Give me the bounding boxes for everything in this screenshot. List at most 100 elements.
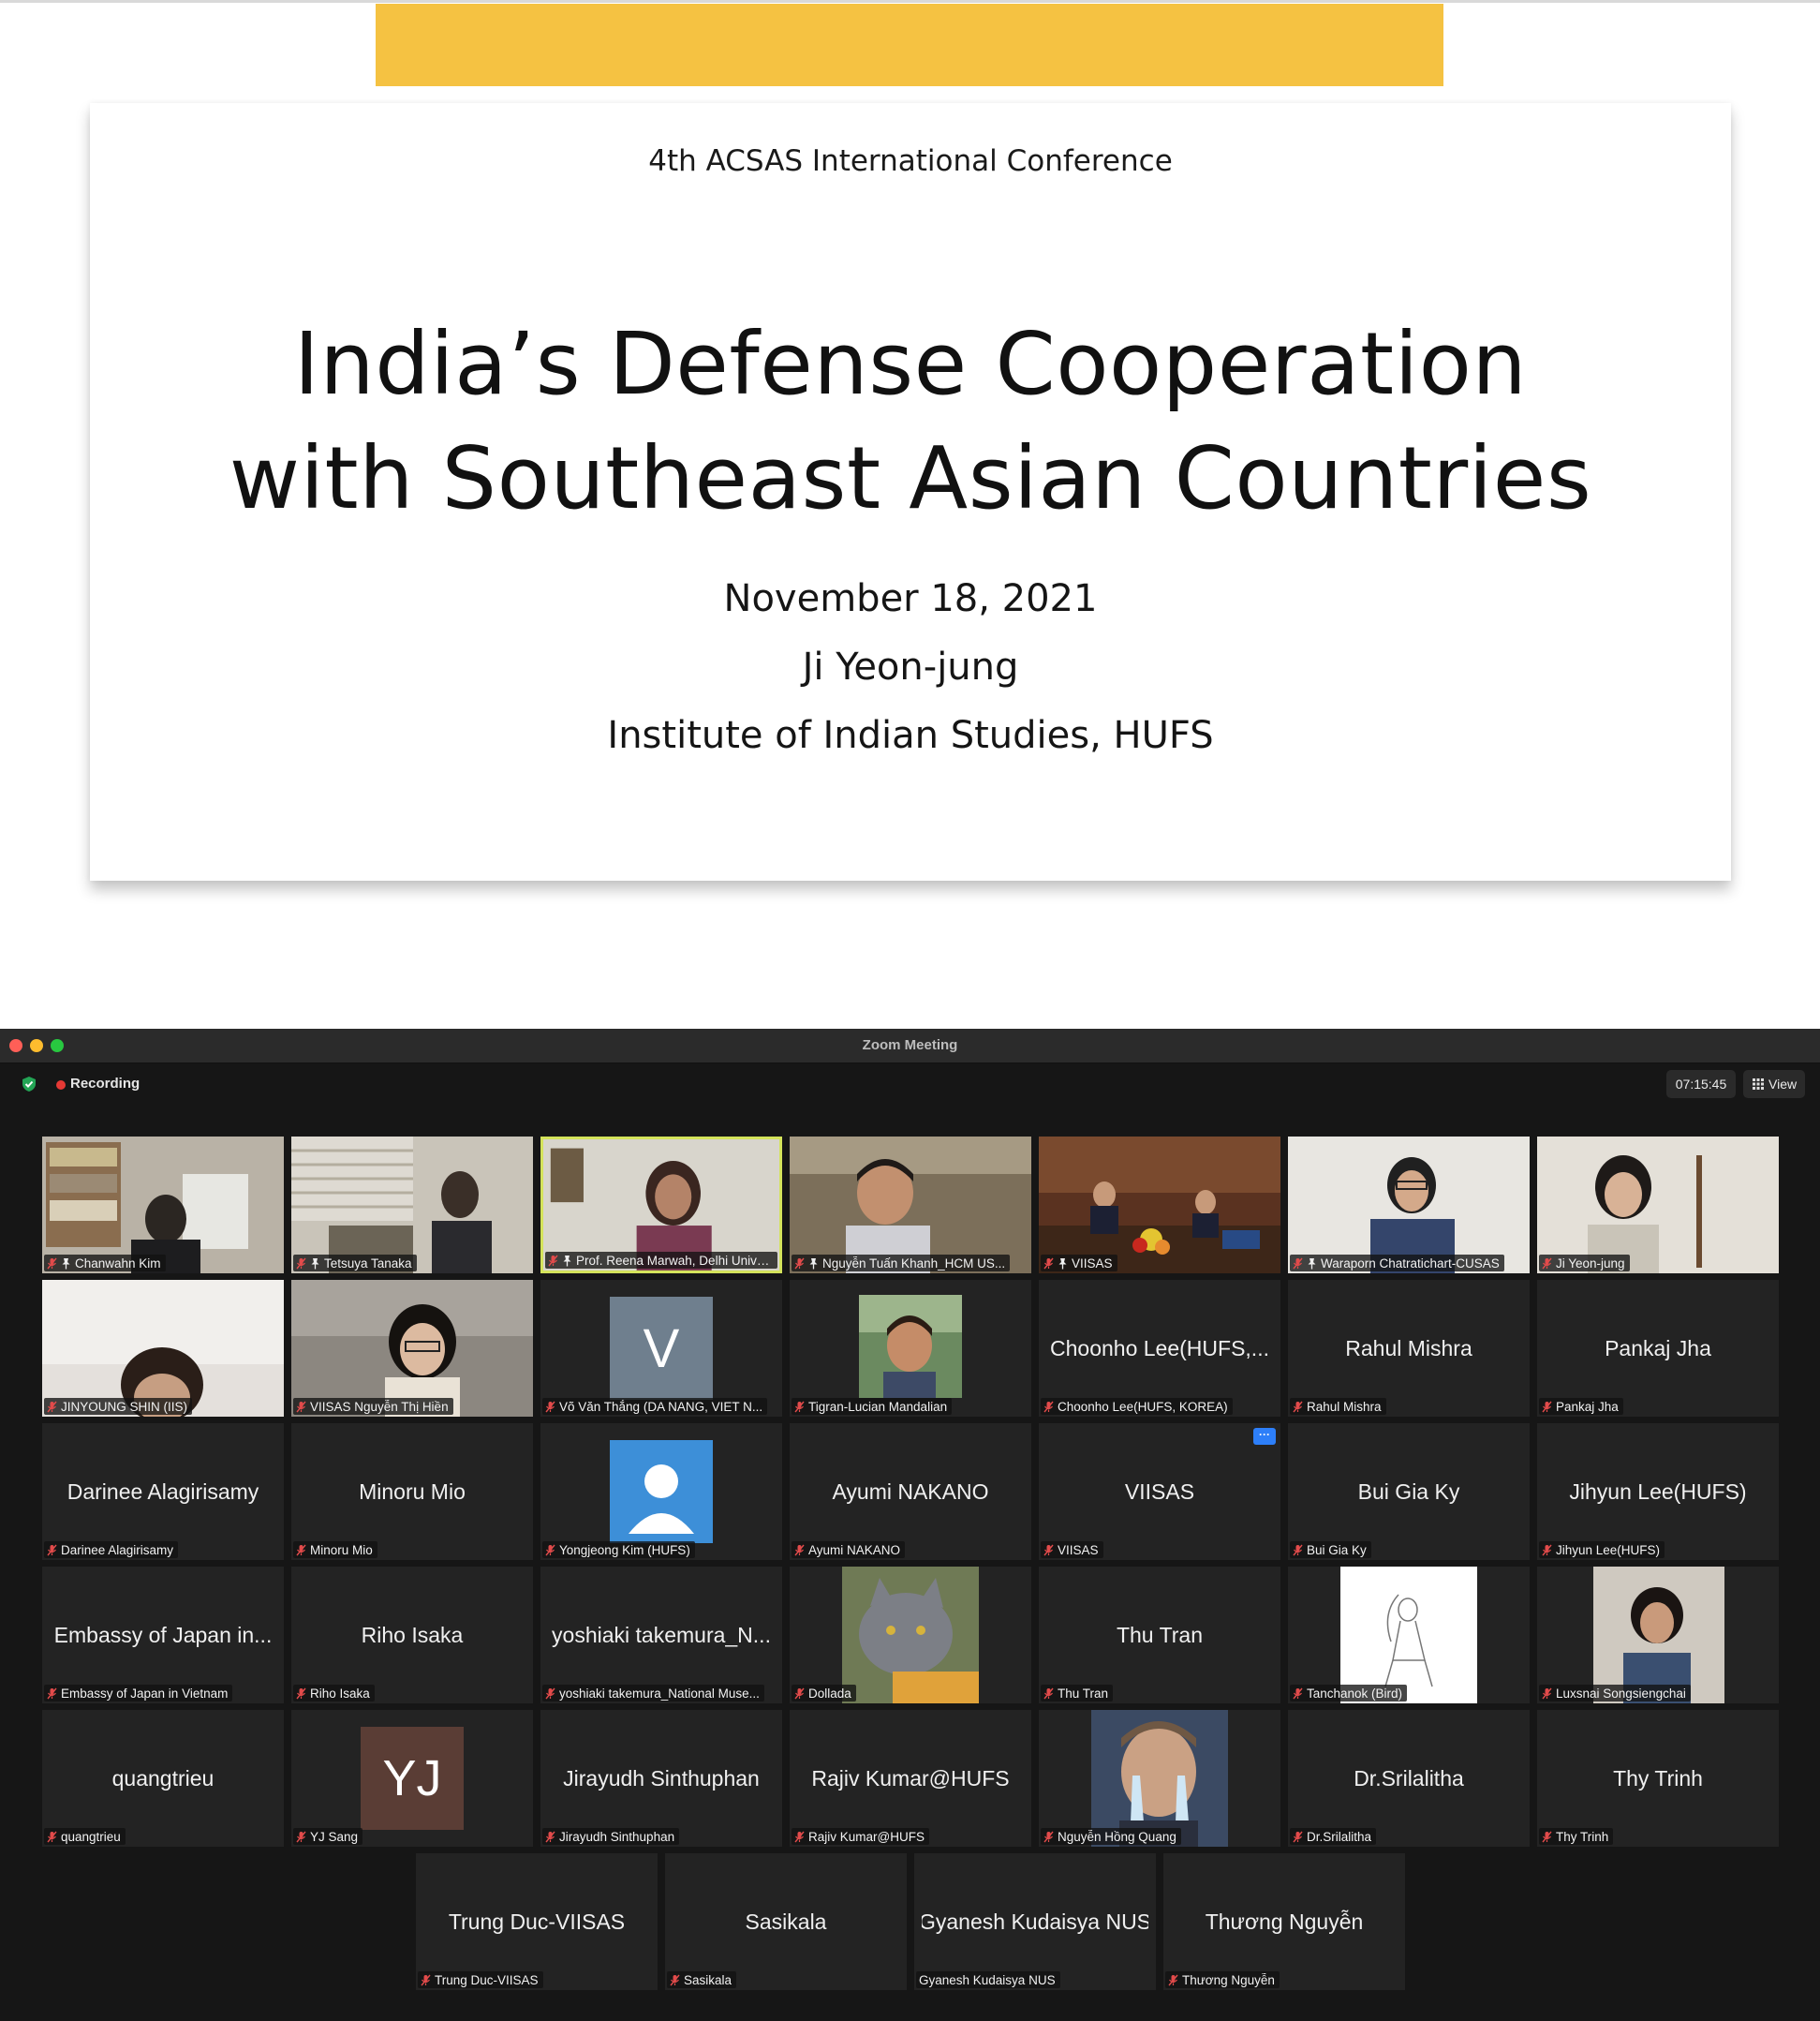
participant-name: Gyanesh Kudaisya NUS	[919, 1972, 1056, 1987]
view-button[interactable]: View	[1743, 1070, 1805, 1098]
participant-display-name: Jihyun Lee(HUFS)	[1569, 1479, 1747, 1504]
participant-tile[interactable]: Choonho Lee(HUFS,... Choonho Lee(HUFS, KO…	[1039, 1280, 1280, 1417]
participant-name: Choonho Lee(HUFS, KOREA)	[1058, 1399, 1228, 1414]
participant-tile[interactable]: Dr.Srilalitha Dr.Srilalitha	[1288, 1710, 1530, 1847]
muted-mic-icon	[1542, 1687, 1552, 1699]
participant-nameplate: Rajiv Kumar@HUFS	[792, 1828, 929, 1845]
participant-nameplate: Thu Tran	[1041, 1685, 1114, 1702]
participant-nameplate: Võ Văn Thắng (DA NANG, VIET N...	[542, 1398, 768, 1415]
window-titlebar: Zoom Meeting	[0, 1029, 1820, 1063]
muted-mic-icon	[1542, 1401, 1552, 1412]
participant-display-name: Darinee Alagirisamy	[67, 1479, 259, 1504]
participant-display-name: quangtrieu	[111, 1765, 215, 1791]
participant-name: Minoru Mio	[310, 1542, 373, 1557]
slide-affiliation: Institute of Indian Studies, HUFS	[607, 714, 1214, 757]
participant-tile[interactable]: Nguyễn Tuấn Khanh_HCM US...	[790, 1137, 1031, 1273]
participant-nameplate: Pankaj Jha	[1539, 1398, 1623, 1415]
participant-tile[interactable]: Rahul Mishra Rahul Mishra	[1288, 1280, 1530, 1417]
participant-nameplate: Jirayudh Sinthuphan	[542, 1828, 680, 1845]
participant-tile[interactable]: VIISAS ··· VIISAS	[1039, 1423, 1280, 1560]
participant-name: Dollada	[808, 1686, 851, 1701]
muted-mic-icon	[1293, 1401, 1303, 1412]
participant-tile[interactable]: V Võ Văn Thắng (DA NANG, VIET N...	[540, 1280, 782, 1417]
recording-label[interactable]: Recording	[70, 1076, 140, 1092]
participant-tile[interactable]: yoshiaki takemura_N... yoshiaki takemura_…	[540, 1567, 782, 1703]
participant-name: Jihyun Lee(HUFS)	[1556, 1542, 1661, 1557]
participant-tile[interactable]: JINYOUNG SHIN (IIS)	[42, 1280, 284, 1417]
slide-accent-bar	[376, 4, 1443, 86]
muted-mic-icon	[1293, 1257, 1303, 1269]
participant-tile[interactable]: Jihyun Lee(HUFS) Jihyun Lee(HUFS)	[1537, 1423, 1779, 1560]
participant-tile[interactable]: Jirayudh Sinthuphan Jirayudh Sinthuphan	[540, 1710, 782, 1847]
participant-tile[interactable]: Nguyễn Hồng Quang	[1039, 1710, 1280, 1847]
participant-nameplate: Tigran-Lucian Mandalian	[792, 1398, 953, 1415]
participant-tile[interactable]: Tigran-Lucian Mandalian	[790, 1280, 1031, 1417]
participant-tile[interactable]: Ayumi NAKANO Ayumi NAKANO	[790, 1423, 1031, 1560]
muted-mic-icon	[421, 1974, 431, 1985]
participant-tile[interactable]: VIISAS	[1039, 1137, 1280, 1273]
muted-mic-icon	[1043, 1401, 1054, 1412]
participant-display-name: Minoru Mio	[359, 1479, 466, 1504]
muted-mic-icon	[794, 1401, 805, 1412]
participant-tile[interactable]: Tanchanok (Bird)	[1288, 1567, 1530, 1703]
participant-video	[790, 1567, 1031, 1703]
participant-tile[interactable]: Prof. Reena Marwah, Delhi Univer...	[540, 1137, 782, 1273]
participant-video	[1288, 1137, 1530, 1273]
muted-mic-icon	[794, 1831, 805, 1842]
participant-video	[790, 1137, 1031, 1273]
participant-tile[interactable]: Sasikala Sasikala	[665, 1853, 907, 1990]
participant-name: Dr.Srilalitha	[1307, 1829, 1372, 1844]
participant-tile[interactable]: Riho Isaka Riho Isaka	[291, 1567, 533, 1703]
participant-video	[1039, 1710, 1280, 1847]
participant-video	[1537, 1567, 1779, 1703]
participant-name: Pankaj Jha	[1556, 1399, 1619, 1414]
participant-tile[interactable]: VIISAS Nguyễn Thị Hiền	[291, 1280, 533, 1417]
more-options-button[interactable]: ···	[1253, 1428, 1276, 1445]
participant-tile[interactable]: Trung Duc-VIISAS Trung Duc-VIISAS	[416, 1853, 658, 1990]
muted-mic-icon	[1542, 1257, 1552, 1269]
participant-display-name: Ayumi NAKANO	[832, 1479, 989, 1504]
muted-mic-icon	[47, 1831, 57, 1842]
muted-mic-icon	[296, 1544, 306, 1555]
participant-name: Rajiv Kumar@HUFS	[808, 1829, 925, 1844]
muted-mic-icon	[1043, 1831, 1054, 1842]
encryption-shield-icon[interactable]	[22, 1076, 37, 1092]
participant-tile[interactable]: Ji Yeon-jung	[1537, 1137, 1779, 1273]
muted-mic-icon	[47, 1544, 57, 1555]
participant-tile[interactable]: Tetsuya Tanaka	[291, 1137, 533, 1273]
participant-name: Thy Trinh	[1556, 1829, 1609, 1844]
participant-name: Rahul Mishra	[1307, 1399, 1382, 1414]
pin-icon	[1308, 1257, 1316, 1269]
participant-name: VIISAS Nguyễn Thị Hiền	[310, 1399, 449, 1414]
participant-tile[interactable]: Luxsnai Songsiengchai	[1537, 1567, 1779, 1703]
participant-nameplate: Gyanesh Kudaisya NUS	[916, 1971, 1060, 1988]
participant-name: Sasikala	[684, 1972, 732, 1987]
participant-tile[interactable]: Rajiv Kumar@HUFS Rajiv Kumar@HUFS	[790, 1710, 1031, 1847]
participant-nameplate: Riho Isaka	[293, 1685, 375, 1702]
participant-avatar: YJ	[361, 1727, 464, 1830]
participant-name: Luxsnai Songsiengchai	[1556, 1686, 1686, 1701]
participant-tile[interactable]: Chanwahn Kim	[42, 1137, 284, 1273]
muted-mic-icon	[545, 1831, 555, 1842]
participant-tile[interactable]: Thy Trinh Thy Trinh	[1537, 1710, 1779, 1847]
participant-nameplate: quangtrieu	[44, 1828, 126, 1845]
participant-tile[interactable]: Bui Gia Ky Bui Gia Ky	[1288, 1423, 1530, 1560]
participant-tile[interactable]: Dollada	[790, 1567, 1031, 1703]
participant-tile[interactable]: Embassy of Japan in... Embassy of Japan i…	[42, 1567, 284, 1703]
participant-nameplate: Rahul Mishra	[1290, 1398, 1386, 1415]
muted-mic-icon	[296, 1831, 306, 1842]
participant-nameplate: YJ Sang	[293, 1828, 363, 1845]
participant-tile[interactable]: quangtrieu quangtrieu	[42, 1710, 284, 1847]
participant-tile[interactable]: Pankaj Jha Pankaj Jha	[1537, 1280, 1779, 1417]
participant-tile[interactable]: Thương Nguyễn Thương Nguyễn	[1163, 1853, 1405, 1990]
participant-tile[interactable]: Minoru Mio Minoru Mio	[291, 1423, 533, 1560]
muted-mic-icon	[1293, 1687, 1303, 1699]
participant-tile[interactable]: YJ YJ Sang	[291, 1710, 533, 1847]
participant-tile[interactable]: Darinee Alagirisamy Darinee Alagirisamy	[42, 1423, 284, 1560]
participant-name: Nguyễn Hồng Quang	[1058, 1829, 1176, 1844]
participant-tile[interactable]: Thu Tran Thu Tran	[1039, 1567, 1280, 1703]
participant-tile[interactable]: Gyanesh Kudaisya NUS Gyanesh Kudaisya NUS	[914, 1853, 1156, 1990]
participant-name: Ayumi NAKANO	[808, 1542, 901, 1557]
participant-tile[interactable]: Yongjeong Kim (HUFS)	[540, 1423, 782, 1560]
participant-tile[interactable]: Waraporn Chatratichart-CUSAS	[1288, 1137, 1530, 1273]
